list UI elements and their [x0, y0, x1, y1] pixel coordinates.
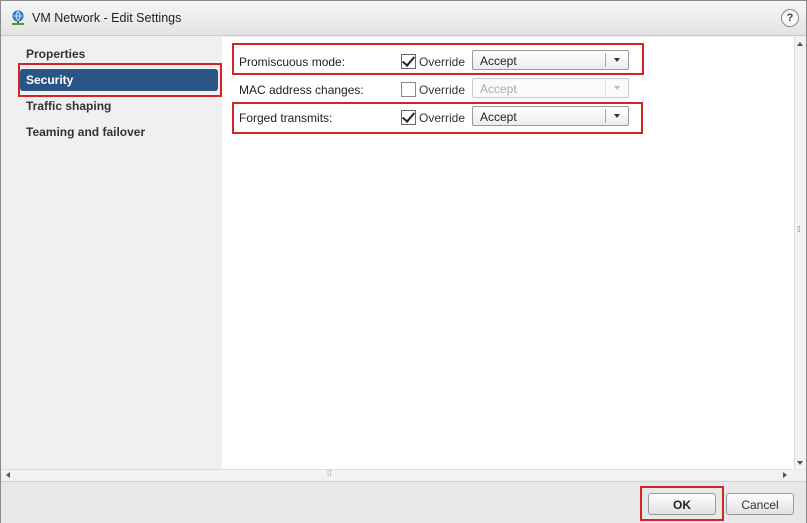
forged-transmits-row: Forged transmits: Override Accept	[222, 105, 794, 131]
select-separator	[605, 81, 606, 95]
edit-settings-dialog: VM Network - Edit Settings ? Properties …	[0, 0, 807, 523]
dialog-titlebar[interactable]: VM Network - Edit Settings ?	[1, 1, 806, 36]
promiscuous-mode-select[interactable]: Accept	[472, 50, 629, 70]
mac-address-changes-label: MAC address changes:	[239, 83, 364, 97]
help-button[interactable]: ?	[781, 9, 799, 27]
ok-button[interactable]: OK	[648, 493, 716, 515]
security-panel: Promiscuous mode: Override Accept MAC ad…	[222, 37, 794, 469]
forged-transmits-label: Forged transmits:	[239, 111, 333, 125]
forged-transmits-override-checkbox[interactable]	[401, 109, 416, 125]
dialog-title: VM Network - Edit Settings	[32, 11, 182, 25]
scroll-left-icon[interactable]	[6, 472, 10, 478]
checkmark-icon	[401, 53, 416, 67]
vertical-scrollbar[interactable]: ⁞⁞	[794, 37, 806, 469]
scroll-grip-icon[interactable]: ⁞⁞	[327, 469, 331, 478]
promiscuous-override-label: Override	[419, 55, 466, 69]
sidebar-item-traffic-shaping[interactable]: Traffic shaping	[20, 95, 218, 117]
mac-address-changes-row: MAC address changes: Override Accept	[222, 77, 794, 103]
chevron-down-icon	[614, 86, 620, 90]
chevron-down-icon	[614, 58, 620, 62]
forged-transmits-override-label: Override	[419, 111, 466, 125]
mac-address-changes-value: Accept	[480, 82, 517, 96]
chevron-down-icon	[614, 114, 620, 118]
forged-transmits-select[interactable]: Accept	[472, 106, 629, 126]
sidebar-item-teaming-and-failover[interactable]: Teaming and failover	[20, 121, 218, 143]
promiscuous-mode-row: Promiscuous mode: Override Accept	[222, 49, 794, 75]
cancel-button[interactable]: Cancel	[726, 493, 794, 515]
dialog-footer: OK Cancel	[1, 481, 806, 523]
sidebar-item-security[interactable]: Security	[20, 69, 218, 91]
promiscuous-override-checkbox[interactable]	[401, 53, 416, 69]
scroll-up-icon[interactable]	[797, 42, 803, 46]
horizontal-scrollbar[interactable]: ⁞⁞	[2, 469, 791, 480]
sidebar-item-properties[interactable]: Properties	[20, 43, 218, 65]
network-icon	[12, 10, 24, 25]
promiscuous-mode-value: Accept	[480, 54, 517, 68]
select-separator	[605, 109, 606, 123]
scroll-right-icon[interactable]	[783, 472, 787, 478]
scroll-down-icon[interactable]	[797, 461, 803, 465]
promiscuous-mode-label: Promiscuous mode:	[239, 55, 346, 69]
mac-address-override-label: Override	[419, 83, 466, 97]
checkmark-icon	[401, 109, 416, 123]
scroll-grip-icon[interactable]: ⁞⁞	[797, 225, 801, 234]
select-separator	[605, 53, 606, 67]
mac-address-override-checkbox[interactable]	[401, 82, 416, 97]
settings-sidebar: Properties Security Traffic shaping Team…	[2, 37, 221, 469]
forged-transmits-value: Accept	[480, 110, 517, 124]
mac-address-changes-select: Accept	[472, 78, 629, 98]
